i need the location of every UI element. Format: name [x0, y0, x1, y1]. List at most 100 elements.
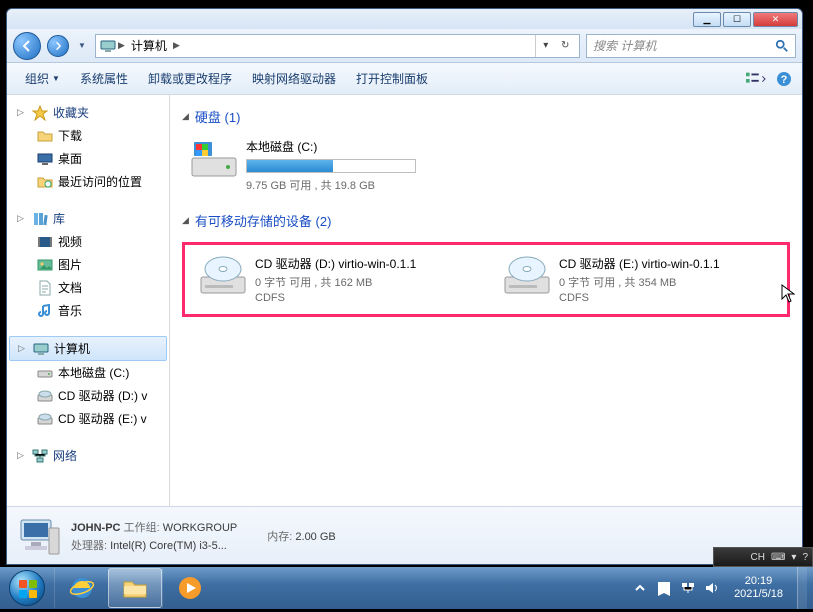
folder-icon — [37, 128, 53, 144]
map-network-drive-button[interactable]: 映射网络驱动器 — [242, 66, 346, 91]
wmp-icon — [176, 574, 204, 602]
organize-menu[interactable]: 组织▼ — [15, 66, 70, 91]
taskbar: 20:19 2021/5/18 — [0, 567, 813, 609]
taskbar-explorer[interactable] — [108, 568, 162, 608]
ie-icon — [68, 574, 96, 602]
ime-help-icon[interactable]: ? — [802, 552, 808, 563]
sidebar-item-music[interactable]: 音乐 — [7, 299, 169, 322]
close-button[interactable]: ✕ — [753, 12, 798, 27]
sidebar-computer[interactable]: ▷ 计算机 — [9, 336, 167, 361]
desktop-icon — [37, 151, 53, 167]
tray-clock[interactable]: 20:19 2021/5/18 — [728, 575, 789, 601]
libraries-icon — [32, 211, 48, 227]
taskbar-ie[interactable] — [54, 568, 108, 608]
sidebar-item-cd-drive-e[interactable]: CD 驱动器 (E:) v — [7, 407, 169, 430]
sidebar-item-pictures[interactable]: 图片 — [7, 253, 169, 276]
drive-filesystem: CDFS — [255, 292, 416, 304]
ime-indicator[interactable]: CH — [751, 552, 765, 563]
drive-title: CD 驱动器 (E:) virtio-win-0.1.1 — [559, 255, 720, 272]
help-button[interactable]: ? — [774, 69, 794, 89]
cd-drive-icon — [37, 411, 53, 427]
sidebar-item-local-disk-c[interactable]: 本地磁盘 (C:) — [7, 361, 169, 384]
sidebar-item-cd-drive-d[interactable]: CD 驱动器 (D:) v — [7, 384, 169, 407]
star-icon — [32, 105, 48, 121]
language-bar[interactable]: CH ⌨ ▾ ? — [713, 547, 813, 567]
computer-name: JOHN-PC — [71, 522, 121, 534]
network-tray-icon[interactable] — [680, 580, 696, 596]
arrow-left-icon — [20, 39, 34, 53]
computer-icon — [100, 38, 116, 54]
address-bar[interactable]: ▶ 计算机 ▶ ▾ ↻ — [95, 34, 580, 58]
system-properties-button[interactable]: 系统属性 — [70, 66, 138, 91]
system-tray: 20:19 2021/5/18 — [626, 567, 813, 609]
sidebar-favorites[interactable]: ▷ 收藏夹 — [7, 101, 169, 124]
drive-title: 本地磁盘 (C:) — [246, 138, 416, 155]
refresh-button[interactable]: ↻ — [556, 35, 576, 57]
uninstall-programs-button[interactable]: 卸载或更改程序 — [138, 66, 242, 91]
windows-flag-icon — [10, 571, 46, 607]
sidebar-network[interactable]: ▷ 网络 — [7, 444, 169, 467]
pictures-icon — [37, 257, 53, 273]
tray-date: 2021/5/18 — [734, 588, 783, 601]
windows-orb-icon — [9, 570, 45, 606]
taskbar-media-player[interactable] — [162, 568, 216, 608]
drive-local-disk-c[interactable]: 本地磁盘 (C:) 9.75 GB 可用 , 共 19.8 GB — [186, 134, 586, 197]
drive-capacity-text: 0 字节 可用 , 共 162 MB — [255, 274, 416, 290]
recent-icon — [37, 174, 53, 190]
drive-cd-d[interactable]: CD 驱动器 (D:) virtio-win-0.1.1 0 字节 可用 , 共… — [195, 251, 475, 308]
history-dropdown[interactable]: ▼ — [75, 35, 89, 57]
navigation-pane: ▷ 收藏夹 下载 桌面 最近访问的位置 ▷ 库 视频 图片 文档 音乐 — [7, 95, 170, 506]
ime-options-icon[interactable]: ▾ — [791, 552, 796, 563]
sidebar-item-downloads[interactable]: 下载 — [7, 124, 169, 147]
cd-drive-icon — [37, 388, 53, 404]
search-icon — [775, 39, 789, 53]
search-input[interactable]: 搜索 计算机 — [586, 34, 796, 58]
maximize-button[interactable]: ☐ — [723, 12, 751, 27]
computer-icon — [33, 341, 49, 357]
ime-pad-icon[interactable]: ⌨ — [771, 552, 785, 563]
start-button[interactable] — [0, 567, 54, 609]
drive-title: CD 驱动器 (D:) virtio-win-0.1.1 — [255, 255, 416, 272]
show-desktop-button[interactable] — [797, 567, 807, 609]
command-bar: 组织▼ 系统属性 卸载或更改程序 映射网络驱动器 打开控制面板 ? — [7, 63, 802, 95]
search-placeholder: 搜索 计算机 — [593, 37, 656, 54]
breadcrumb-arrow-icon: ▶ — [171, 40, 182, 51]
sidebar-item-desktop[interactable]: 桌面 — [7, 147, 169, 170]
capacity-bar — [246, 159, 416, 173]
documents-icon — [37, 280, 53, 296]
breadcrumb-segment[interactable]: 计算机 — [127, 37, 171, 54]
tray-expand-icon[interactable] — [632, 580, 648, 596]
drive-icon — [37, 365, 53, 381]
svg-text:?: ? — [781, 74, 788, 86]
details-pane: JOHN-PC 工作组: WORKGROUP 处理器: Intel(R) Cor… — [7, 506, 802, 564]
music-icon — [37, 303, 53, 319]
action-center-icon[interactable] — [656, 580, 672, 596]
forward-button[interactable] — [47, 35, 69, 57]
volume-icon[interactable] — [704, 580, 720, 596]
help-icon: ? — [776, 71, 792, 87]
drive-capacity-text: 0 字节 可用 , 共 354 MB — [559, 274, 720, 290]
back-button[interactable] — [13, 32, 41, 60]
section-removable-devices[interactable]: ◢有可移动存储的设备 (2) — [182, 207, 790, 238]
sidebar-item-recent[interactable]: 最近访问的位置 — [7, 170, 169, 193]
arrow-right-icon — [53, 41, 63, 51]
sidebar-item-videos[interactable]: 视频 — [7, 230, 169, 253]
view-options-button[interactable] — [746, 69, 766, 89]
section-hard-disks[interactable]: ◢硬盘 (1) — [182, 103, 790, 134]
navigation-bar: ▼ ▶ 计算机 ▶ ▾ ↻ 搜索 计算机 — [7, 29, 802, 63]
cd-drive-icon — [503, 255, 551, 297]
tray-time: 20:19 — [734, 575, 783, 588]
view-icon — [746, 71, 766, 87]
explorer-window: ▁ ☐ ✕ ▼ ▶ 计算机 ▶ ▾ ↻ 搜索 计算机 组织▼ 系统属性 — [6, 8, 803, 565]
title-bar: ▁ ☐ ✕ — [7, 9, 802, 29]
folder-icon — [121, 574, 149, 602]
sidebar-libraries[interactable]: ▷ 库 — [7, 207, 169, 230]
drive-filesystem: CDFS — [559, 292, 720, 304]
computer-large-icon — [17, 514, 61, 558]
drive-cd-e[interactable]: CD 驱动器 (E:) virtio-win-0.1.1 0 字节 可用 , 共… — [499, 251, 779, 308]
open-control-panel-button[interactable]: 打开控制面板 — [346, 66, 438, 91]
minimize-button[interactable]: ▁ — [693, 12, 721, 27]
highlight-box: CD 驱动器 (D:) virtio-win-0.1.1 0 字节 可用 , 共… — [182, 242, 790, 317]
sidebar-item-documents[interactable]: 文档 — [7, 276, 169, 299]
address-dropdown[interactable]: ▾ — [536, 35, 556, 57]
